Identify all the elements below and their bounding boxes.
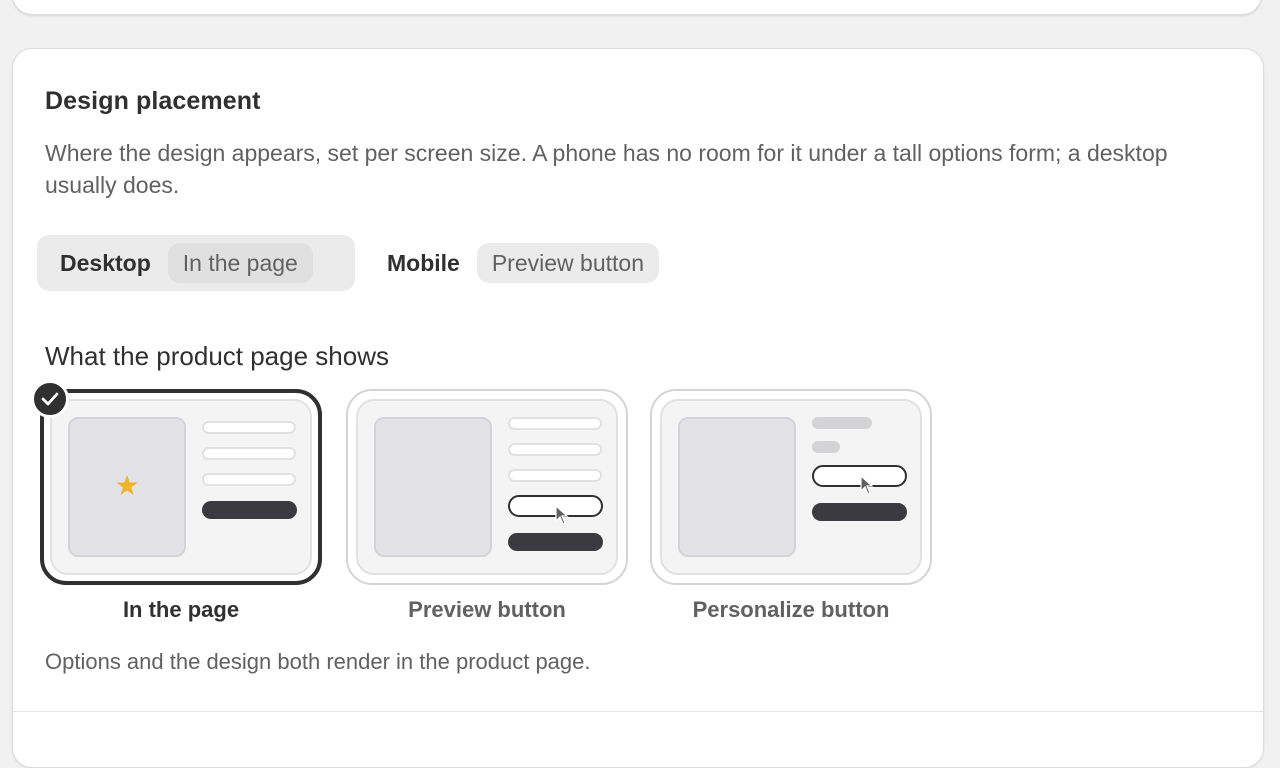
option-field-line bbox=[508, 417, 602, 430]
product-page-heading: What the product page shows bbox=[45, 341, 389, 371]
option-label-in-the-page: In the page bbox=[122, 597, 240, 622]
option-in-the-page[interactable]: ★ bbox=[40, 389, 322, 585]
option-personalize-button[interactable] bbox=[650, 389, 932, 585]
mobile-value-pill: Preview button bbox=[476, 243, 659, 283]
cursor-icon bbox=[555, 505, 569, 525]
option-preview-button[interactable] bbox=[346, 389, 628, 585]
star-icon: ★ bbox=[114, 470, 140, 501]
option-preview-illustration bbox=[660, 399, 922, 575]
option-field-line bbox=[202, 473, 296, 486]
option-label-personalize-button: Personalize button bbox=[692, 597, 890, 622]
divider bbox=[13, 711, 1263, 712]
design-placement-card: Design placement Where the design appear… bbox=[12, 48, 1264, 768]
option-field-line bbox=[508, 443, 602, 456]
option-field-line bbox=[508, 469, 602, 482]
image-placeholder: ★ bbox=[68, 417, 186, 557]
section-title: Design placement bbox=[45, 87, 261, 115]
cursor-icon bbox=[860, 475, 874, 495]
mobile-label: Mobile bbox=[387, 249, 460, 276]
option-helper-text: Options and the design both render in th… bbox=[45, 649, 591, 674]
desktop-value-pill: In the page bbox=[167, 243, 313, 283]
add-to-cart-bar bbox=[202, 501, 297, 519]
previous-card bbox=[12, 0, 1262, 15]
desktop-label: Desktop bbox=[60, 249, 151, 276]
option-preview-illustration: ★ bbox=[50, 399, 312, 575]
mobile-placement-selector[interactable]: Mobile Preview button bbox=[363, 235, 703, 291]
desktop-placement-selector[interactable]: Desktop In the page bbox=[37, 235, 355, 291]
option-text-line bbox=[812, 417, 872, 429]
option-label-preview-button: Preview button bbox=[408, 597, 566, 622]
image-placeholder bbox=[374, 417, 492, 557]
option-preview-illustration bbox=[356, 399, 618, 575]
checkmark-icon bbox=[31, 380, 69, 418]
option-field-line bbox=[202, 421, 296, 434]
option-text-line bbox=[812, 441, 840, 453]
add-to-cart-bar bbox=[812, 503, 907, 521]
image-placeholder bbox=[678, 417, 796, 557]
add-to-cart-bar bbox=[508, 533, 603, 551]
option-field-line bbox=[202, 447, 296, 460]
section-description: Where the design appears, set per screen… bbox=[45, 140, 1168, 198]
